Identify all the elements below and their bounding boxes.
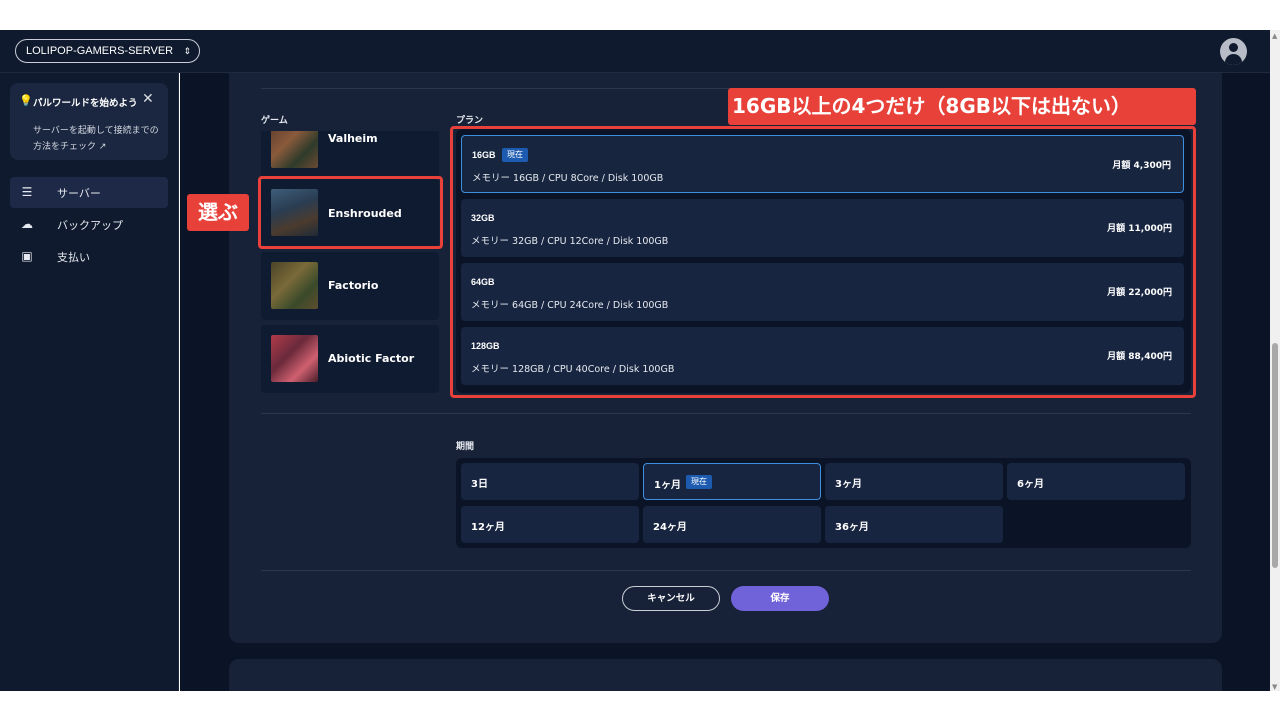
game-item-valheim[interactable]: Valheim — [261, 131, 439, 179]
next-panel — [229, 659, 1222, 691]
divider — [261, 570, 1191, 571]
scrollbar-thumb[interactable] — [1272, 343, 1278, 568]
game-item-abiotic-factor[interactable]: Abiotic Factor — [261, 325, 439, 393]
sidebar: 💡 パルワールドを始めよう ✕ サーバーを起動して接続までの方法をチェック ↗ … — [0, 73, 179, 691]
annotation-label-select: 選ぶ — [187, 194, 249, 231]
external-link-icon: ↗ — [98, 142, 107, 152]
save-button[interactable]: 保存 — [731, 586, 829, 611]
sidebar-item-server[interactable]: ☰ サーバー — [10, 177, 168, 208]
app-header: LOLIPOP-GAMERS-SERVER ⇕ — [0, 30, 1270, 73]
period-item-1month[interactable]: 1ヶ月 現在 — [643, 463, 821, 500]
scroll-up-icon[interactable]: ▲ — [1272, 32, 1277, 40]
period-section-label: 期間 — [456, 442, 475, 452]
payment-icon: ▣ — [21, 249, 33, 263]
divider — [261, 413, 1191, 414]
period-item-12months[interactable]: 12ヶ月 — [461, 506, 639, 543]
game-item-factorio[interactable]: Factorio — [261, 252, 439, 320]
period-item-36months[interactable]: 36ヶ月 — [825, 506, 1003, 543]
cancel-button[interactable]: キャンセル — [622, 586, 720, 611]
scroll-down-icon[interactable]: ▼ — [1272, 683, 1277, 691]
annotation-highlight-plans — [450, 126, 1196, 398]
chevron-updown-icon: ⇕ — [183, 46, 192, 56]
current-badge: 現在 — [686, 475, 712, 489]
game-section-label: ゲーム — [261, 116, 288, 126]
period-item-3days[interactable]: 3日 — [461, 463, 639, 500]
user-avatar-icon[interactable] — [1220, 38, 1247, 65]
plan-section-label: プラン — [456, 116, 484, 126]
period-item-3months[interactable]: 3ヶ月 — [825, 463, 1003, 500]
getting-started-card: 💡 パルワールドを始めよう ✕ サーバーを起動して接続までの方法をチェック ↗ — [10, 83, 168, 160]
getting-started-link[interactable]: サーバーを起動して接続までの方法をチェック ↗ — [33, 123, 165, 155]
cloud-upload-icon: ☁ — [21, 217, 33, 231]
lightbulb-icon: 💡 — [19, 94, 33, 107]
server-select[interactable]: LOLIPOP-GAMERS-SERVER ⇕ — [15, 39, 201, 63]
abiotic-factor-thumbnail — [271, 335, 318, 382]
close-icon[interactable]: ✕ — [142, 91, 154, 107]
server-select-label: LOLIPOP-GAMERS-SERVER — [26, 45, 174, 57]
game-list: Valheim Enshrouded Factorio Abiotic Fact… — [261, 131, 439, 393]
page-scrollbar[interactable]: ▲ ▼ — [1270, 30, 1280, 691]
period-item-6months[interactable]: 6ヶ月 — [1007, 463, 1185, 500]
annotation-highlight-game — [258, 176, 443, 249]
annotation-label-plans-note: 16GB以上の4つだけ（8GB以下は出ない） — [728, 88, 1196, 125]
server-icon: ☰ — [21, 185, 33, 199]
valheim-thumbnail — [271, 131, 318, 168]
bottom-margin — [0, 691, 1280, 720]
period-list: 3日 1ヶ月 現在 3ヶ月 6ヶ月 12ヶ月 24ヶ月 36ヶ月 — [456, 458, 1191, 548]
top-margin — [0, 0, 1280, 30]
getting-started-title: パルワールドを始めよう — [33, 98, 138, 109]
sidebar-item-backup[interactable]: ☁ バックアップ — [10, 209, 168, 240]
sidebar-item-payment[interactable]: ▣ 支払い — [10, 241, 168, 272]
factorio-thumbnail — [271, 262, 318, 309]
period-item-24months[interactable]: 24ヶ月 — [643, 506, 821, 543]
